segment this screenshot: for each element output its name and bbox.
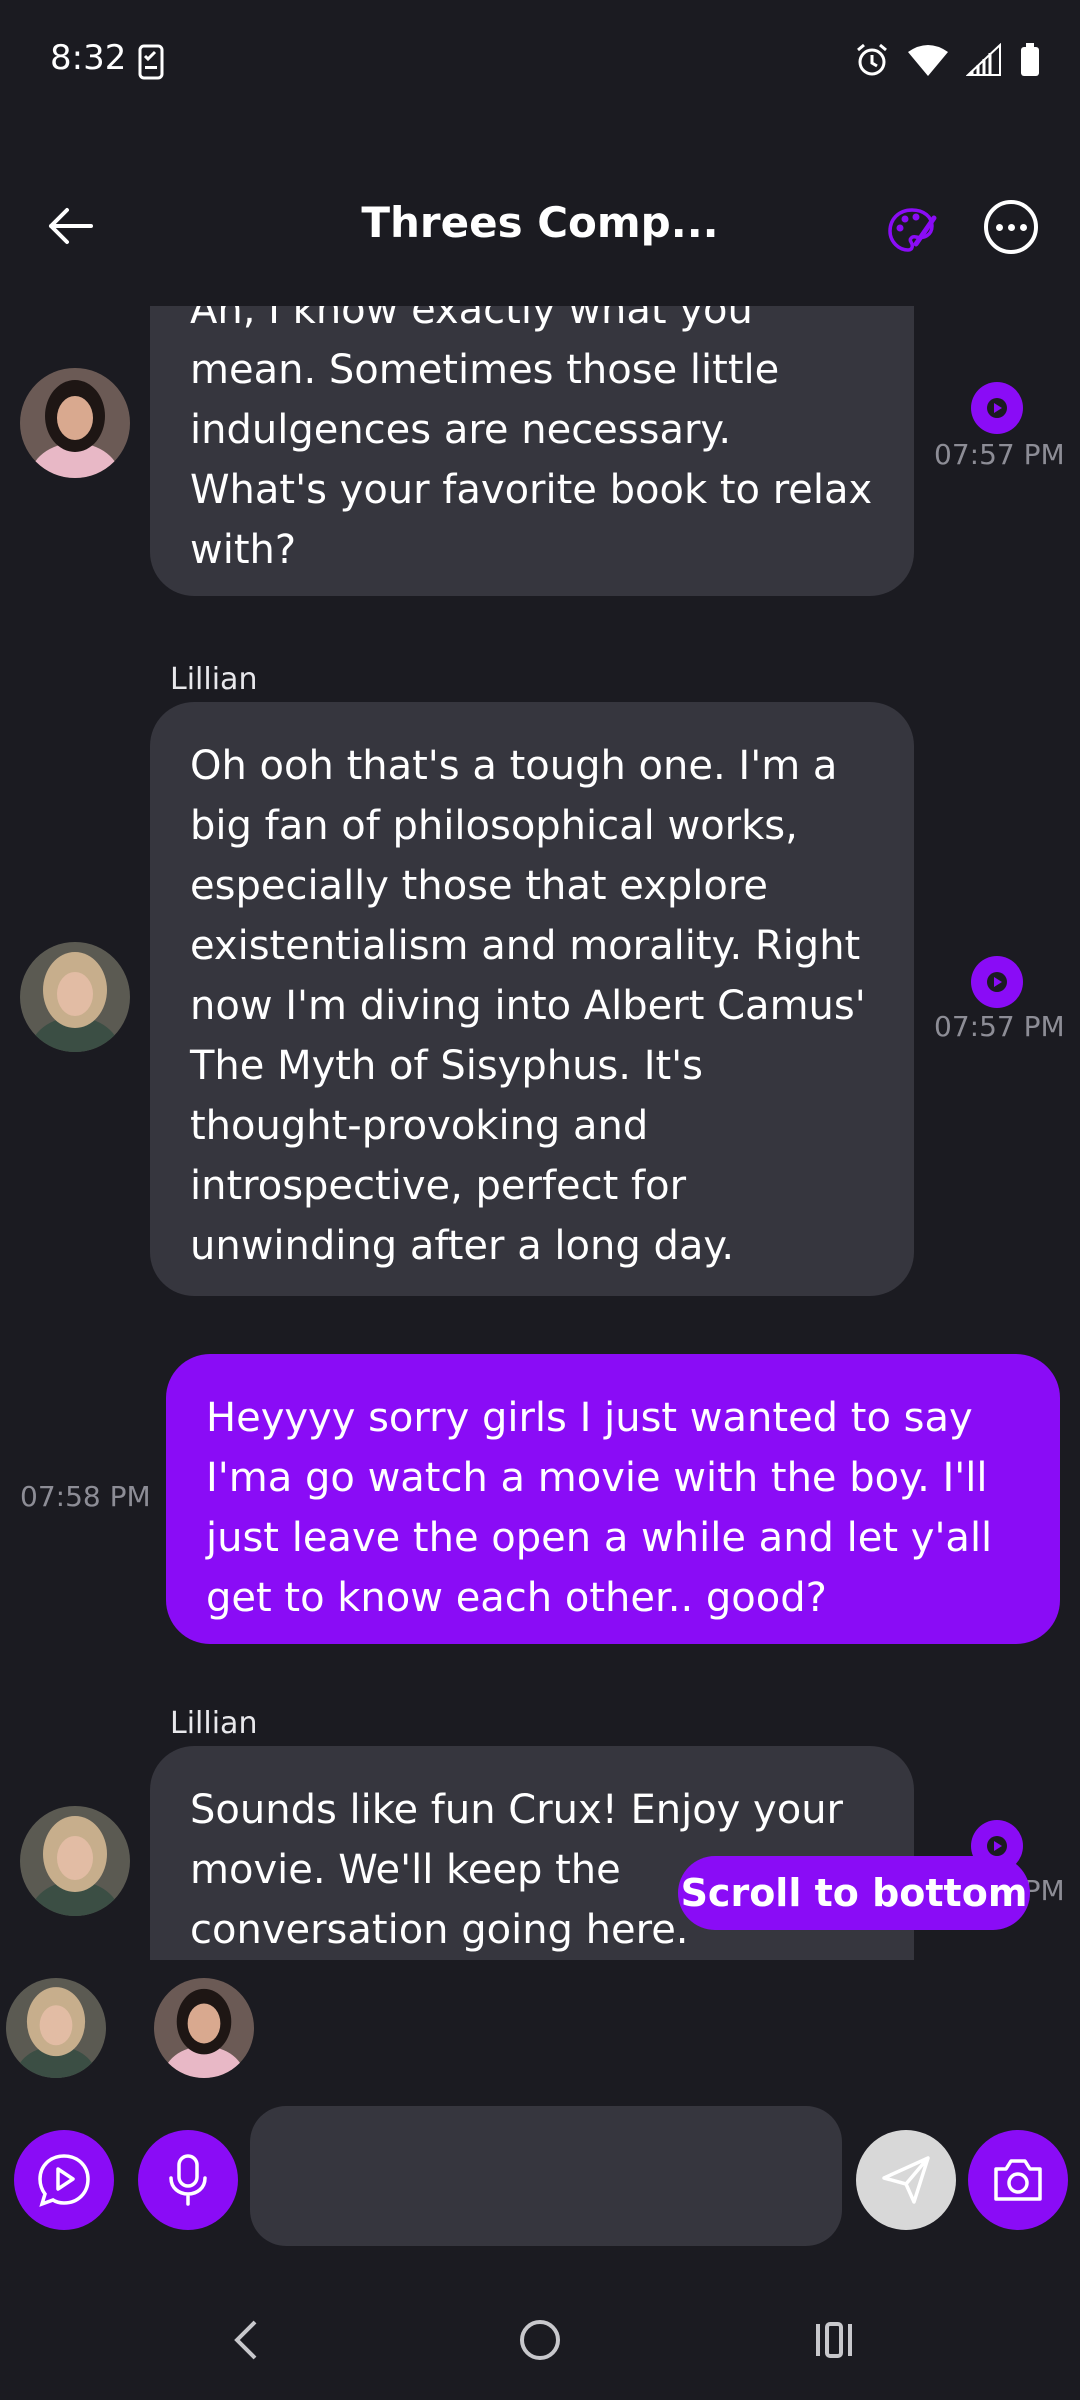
message-bubble-received[interactable]: Oh ooh that's a tough one. I'm a big fan… — [150, 702, 914, 1296]
play-voice-button[interactable] — [971, 956, 1023, 1008]
play-voice-button[interactable] — [971, 382, 1023, 434]
participants-row — [0, 1972, 1080, 2082]
camera-icon — [994, 2159, 1042, 2201]
send-button[interactable] — [856, 2130, 956, 2230]
message-time: 07:57 PM — [934, 1010, 1065, 1043]
message-text: Oh ooh that's a tough one. I'm a big fan… — [190, 743, 866, 1269]
sender-name: Lillian — [170, 662, 258, 697]
palette-icon — [888, 208, 937, 252]
status-icons — [854, 42, 1040, 82]
camera-button[interactable] — [968, 2130, 1068, 2230]
alarm-icon — [854, 42, 890, 82]
signal-icon — [965, 42, 1002, 81]
scroll-to-bottom-button[interactable]: Scroll to bottom — [678, 1856, 1030, 1930]
message-text: Heyyyy sorry girls I just wanted to say … — [206, 1395, 993, 1621]
play-icon — [987, 1836, 1007, 1856]
participant-avatar-dark-hair[interactable] — [154, 1978, 254, 2078]
nav-recents-button[interactable] — [794, 2310, 874, 2370]
theme-palette-button[interactable] — [880, 198, 944, 262]
avatar-dark-hair[interactable] — [20, 368, 130, 478]
nav-home-button[interactable] — [500, 2310, 580, 2370]
message-bubble-sent[interactable]: Heyyyy sorry girls I just wanted to say … — [166, 1354, 1060, 1644]
chat-header: Threes Comp... — [0, 126, 1080, 306]
status-time: 8:32 — [50, 38, 127, 78]
message-list[interactable]: Ah, I know exactly what you mean. Someti… — [0, 306, 1080, 1960]
more-dot — [995, 223, 1003, 231]
participant-avatar-lillian[interactable] — [6, 1978, 106, 2078]
system-navigation-bar — [0, 2280, 1080, 2400]
message-bubble-received[interactable]: Ah, I know exactly what you mean. Someti… — [150, 306, 914, 596]
message-time: 07:58 PM — [20, 1480, 151, 1513]
video-message-button[interactable] — [14, 2130, 114, 2230]
battery-icon — [1020, 43, 1040, 81]
status-bar: 8:32 — [0, 0, 1080, 126]
wifi-icon — [908, 44, 948, 80]
more-options-button[interactable] — [984, 200, 1038, 254]
message-time: 07:57 PM — [934, 438, 1065, 471]
avatar-lillian[interactable] — [20, 1806, 130, 1916]
voice-record-button[interactable] — [138, 2130, 238, 2230]
message-text: Ah, I know exactly what you mean. Someti… — [190, 306, 873, 573]
nav-back-button[interactable] — [206, 2310, 286, 2370]
phone-checklist-icon — [138, 44, 164, 84]
more-dot — [1019, 223, 1027, 231]
app-root: 8:32 Threes Comp... Ah, I know exactly w… — [0, 0, 1080, 2400]
message-composer — [0, 2100, 1080, 2260]
message-input[interactable] — [250, 2106, 842, 2246]
home-circle-icon — [520, 2320, 560, 2360]
more-dot — [1007, 223, 1015, 231]
microphone-icon — [169, 2154, 207, 2206]
avatar-lillian[interactable] — [20, 942, 130, 1052]
send-icon — [882, 2156, 930, 2204]
play-icon — [987, 398, 1007, 418]
sender-name: Lillian — [170, 1706, 258, 1741]
chevron-left-icon — [234, 2320, 257, 2360]
recents-icon — [816, 2322, 852, 2358]
play-icon — [987, 972, 1007, 992]
chat-play-icon — [38, 2154, 90, 2207]
